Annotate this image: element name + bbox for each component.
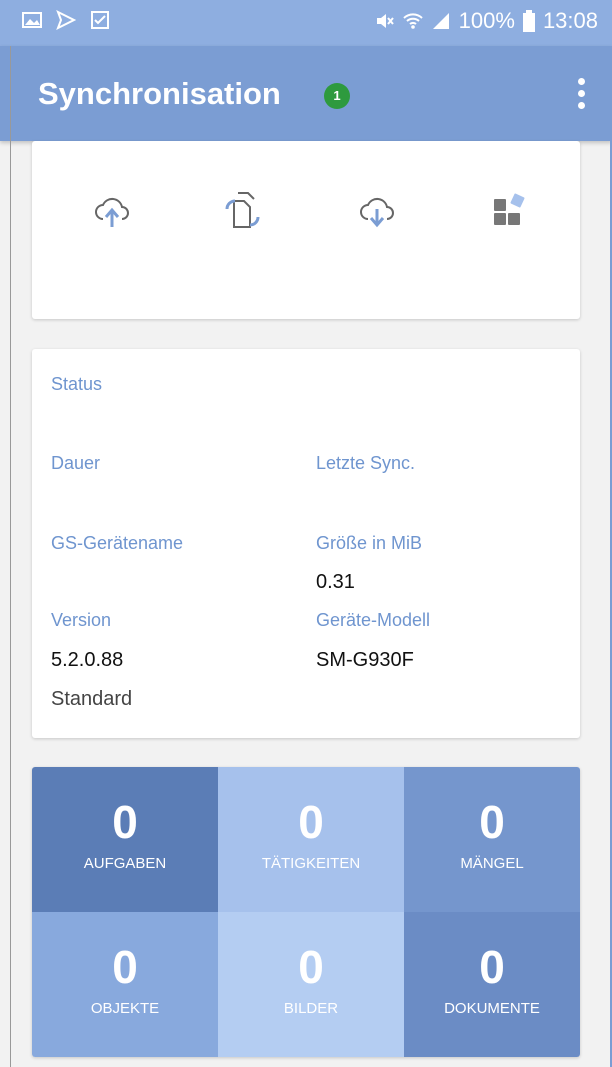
image-icon [22,12,42,28]
activities-tile[interactable]: 0 TÄTIGKEITEN [218,767,404,912]
battery-icon [522,10,535,32]
widgets-icon[interactable] [490,191,530,231]
objects-label: OBJEKTE [90,1000,160,1017]
notification-badge: 1 [324,83,350,109]
images-tile[interactable]: 0 BILDER [218,912,404,1057]
page-title: Synchronisation [38,76,281,111]
duration-label: Dauer [51,453,101,473]
status-card: Status Dauer Letzte Sync. GS-Gerätename … [32,349,580,738]
sync-documents-icon[interactable] [222,191,262,231]
status-bar: 100% 13:08 [0,0,612,46]
signal-icon [432,13,449,29]
images-label: BILDER [283,1000,339,1017]
objects-count: 0 [112,941,138,993]
clock: 13:08 [542,8,598,33]
images-count: 0 [298,941,324,993]
last-sync-label: Letzte Sync. [316,453,416,473]
cloud-download-icon[interactable] [357,191,397,231]
profile-value: Standard [51,688,133,710]
device-model-value: SM-G930F [316,649,414,671]
version-label: Version [51,610,112,630]
device-name-label: GS-Gerätename [51,533,184,553]
overflow-menu-icon[interactable] [578,78,586,110]
documents-count: 0 [479,941,505,993]
status-heading: Status [51,374,103,394]
tasks-tile[interactable]: 0 AUFGABEN [32,767,218,912]
size-label: Größe in MiB [316,533,423,553]
activities-count: 0 [298,796,324,848]
left-edge-line [10,46,11,1067]
defects-count: 0 [479,796,505,848]
tasks-count: 0 [112,796,138,848]
defects-tile[interactable]: 0 MÄNGEL [404,767,580,912]
mute-icon [376,14,394,28]
defects-label: MÄNGEL [460,855,524,872]
documents-label: DOKUMENTE [444,1000,540,1017]
send-icon [56,10,76,30]
checkbox-icon [91,11,109,29]
activities-label: TÄTIGKEITEN [261,855,361,872]
size-value: 0.31 [316,571,355,593]
documents-tile[interactable]: 0 DOKUMENTE [404,912,580,1057]
battery-level: 100% [458,8,515,33]
objects-tile[interactable]: 0 OBJEKTE [32,912,218,1057]
app-bar: Synchronisation 1 [0,46,612,141]
cloud-upload-icon[interactable] [92,191,132,231]
wifi-icon [402,13,423,29]
sync-actions-card [32,141,580,319]
version-value: 5.2.0.88 [51,649,124,671]
stats-card: 0 AUFGABEN 0 TÄTIGKEITEN 0 MÄNGEL 0 OBJE… [32,767,580,1057]
device-model-label: Geräte-Modell [316,610,431,630]
tasks-label: AUFGABEN [83,855,167,872]
